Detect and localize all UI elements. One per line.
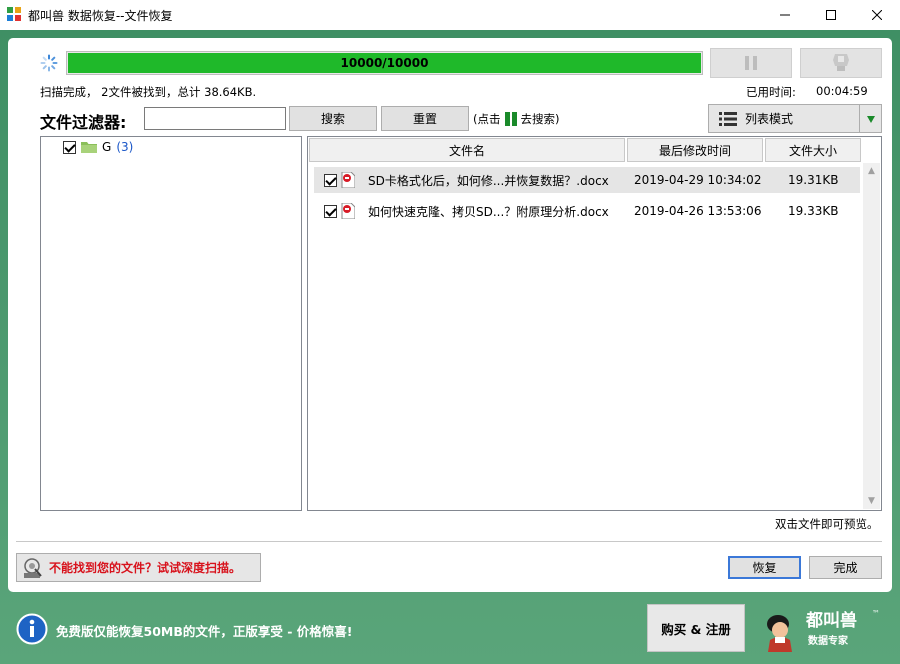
file-row-name: SD卡格式化后，如何修...并恢复数据？.docx [368, 173, 609, 188]
progress-text: 10000/10000 [340, 56, 429, 70]
logo-subtext: 数据专家 [808, 634, 849, 647]
pause-icon [745, 56, 757, 70]
preview-hint: 双击文件即可预览。 [775, 517, 879, 531]
app-logo-icon [7, 7, 21, 21]
maximize-icon [826, 10, 836, 20]
file-row-size: 19.31KB [788, 173, 839, 187]
scan-progress-bar: 10000/10000 [66, 51, 703, 75]
elapsed-time-value: 00:04:59 [816, 84, 868, 98]
file-row-checkbox[interactable] [324, 204, 337, 218]
tree-item-g[interactable]: G (3) [63, 140, 133, 154]
free-version-notice: 免费版仅能恢复50MB的文件，正版享受 - 价格惊喜! [56, 624, 353, 639]
title-bar: 都叫兽 数据恢复--文件恢复 [0, 0, 900, 30]
file-row-date: 2019-04-26 13:53:06 [634, 204, 762, 218]
column-header-size[interactable]: 文件大小 [765, 138, 861, 162]
column-header-name[interactable]: 文件名 [309, 138, 625, 162]
close-button[interactable] [854, 0, 900, 30]
tree-item-count: (3) [116, 140, 134, 154]
scroll-up-icon[interactable]: ▲ [863, 163, 880, 179]
search-button[interactable]: 搜索 [289, 106, 377, 131]
stop-icon [833, 54, 849, 71]
deep-scan-icon [24, 557, 42, 578]
list-view-icon [719, 111, 737, 126]
file-filter-input[interactable] [144, 107, 286, 130]
minimize-icon [780, 14, 790, 16]
logo-text: 都叫兽 [805, 610, 857, 631]
file-row-size: 19.33KB [788, 204, 839, 218]
column-header-modified[interactable]: 最后修改时间 [627, 138, 763, 162]
docx-file-icon [341, 203, 355, 219]
brand-logo: 都叫兽 数据专家 ™ [767, 609, 880, 652]
minimize-button[interactable] [762, 0, 808, 30]
recover-button[interactable]: 恢复 [728, 556, 801, 579]
docx-file-icon [341, 172, 355, 188]
stop-button[interactable] [800, 48, 882, 78]
file-list: 文件名 最后修改时间 文件大小 SD卡格式化后，如何修...并恢复数据？.doc… [307, 136, 882, 511]
scan-status-text: 扫描完成， 2文件被找到，总计 38.64KB. [40, 85, 257, 99]
search-hint-before: (点击 [473, 112, 501, 126]
folder-icon [81, 142, 97, 153]
close-icon [872, 10, 882, 20]
scroll-down-icon[interactable]: ▼ [863, 493, 880, 509]
file-row[interactable]: 如何快速克隆、拷贝SD...？附原理分析.docx 2019-04-26 13:… [314, 198, 860, 224]
file-row-name: 如何快速克隆、拷贝SD...？附原理分析.docx [368, 204, 609, 219]
tree-item-checkbox[interactable] [63, 140, 76, 154]
pause-button[interactable] [710, 48, 792, 78]
window-title: 都叫兽 数据恢复--文件恢复 [28, 9, 173, 23]
divider [16, 541, 882, 542]
file-row[interactable]: SD卡格式化后，如何修...并恢复数据？.docx 2019-04-29 10:… [314, 167, 860, 193]
info-icon [16, 613, 48, 645]
search-hint: (点击 去搜索) [473, 111, 560, 127]
view-mode-select[interactable]: 列表模式 [708, 104, 882, 133]
reset-button[interactable]: 重置 [381, 106, 469, 131]
deep-scan-button[interactable]: 不能找到您的文件？试试深度扫描。 [16, 553, 261, 582]
buy-register-button[interactable]: 购买 & 注册 [647, 604, 745, 652]
spinner-icon [40, 54, 58, 72]
deep-scan-label: 不能找到您的文件？试试深度扫描。 [49, 561, 242, 575]
file-row-date: 2019-04-29 10:34:02 [634, 173, 762, 187]
logo-tm: ™ [872, 609, 880, 618]
folder-tree: G (3) [40, 136, 302, 511]
tree-item-label: G [102, 140, 112, 154]
vertical-scrollbar[interactable]: ▲ ▼ [863, 163, 880, 509]
maximize-button[interactable] [808, 0, 854, 30]
elapsed-time-label: 已用时间: [746, 85, 796, 99]
search-hint-after: 去搜索) [520, 112, 560, 126]
dropdown-arrow-icon[interactable] [859, 105, 881, 132]
view-mode-label: 列表模式 [745, 112, 794, 126]
finish-button[interactable]: 完成 [809, 556, 882, 579]
file-filter-label: 文件过滤器: [40, 113, 127, 132]
file-row-checkbox[interactable] [324, 173, 337, 187]
pause-hint-icon [504, 112, 518, 126]
